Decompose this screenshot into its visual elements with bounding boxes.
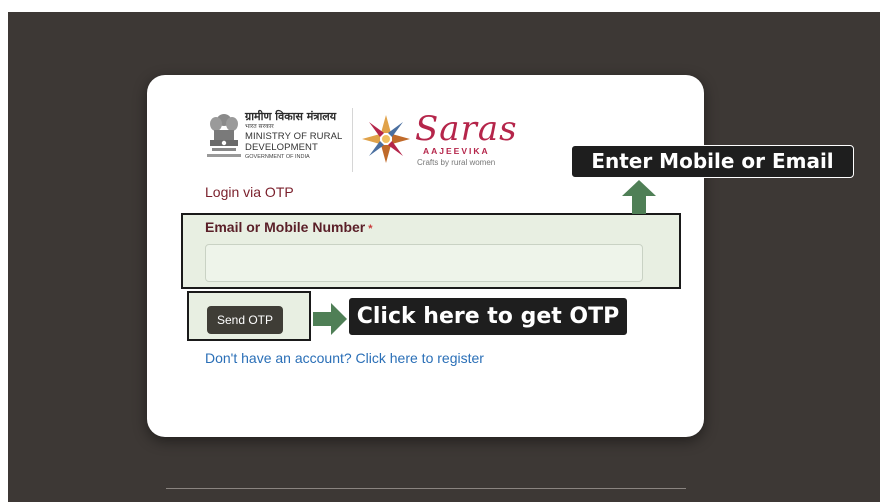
ministry-logo-text: ग्रामीण विकास मंत्रालय भारत सरकार MINIST… <box>245 110 342 161</box>
enter-mobile-email-callout: Enter Mobile or Email <box>571 145 854 178</box>
right-arrow-icon <box>313 303 347 335</box>
login-card: ग्रामीण विकास मंत्रालय भारत सरकार MINIST… <box>147 75 704 437</box>
saras-logo-icon <box>362 115 410 163</box>
ministry-line-2: DEVELOPMENT <box>245 142 318 153</box>
ministry-hindi-title: ग्रामीण विकास मंत्रालय <box>245 110 337 123</box>
brand-subtitle: AAJEEVIKA <box>423 146 490 156</box>
send-otp-button[interactable]: Send OTP <box>207 306 283 334</box>
get-otp-callout: Click here to get OTP <box>348 297 628 336</box>
brand-tagline: Crafts by rural women <box>417 158 496 167</box>
email-mobile-label: Email or Mobile Number * <box>205 219 373 235</box>
register-link[interactable]: Don't have an account? Click here to reg… <box>205 350 484 366</box>
ministry-government-line: GOVERNMENT OF INDIA <box>245 154 310 160</box>
ministry-hindi-subtitle: भारत सरकार <box>245 123 274 130</box>
email-mobile-field-group: Email or Mobile Number * <box>181 213 681 289</box>
email-mobile-label-text: Email or Mobile Number <box>205 219 366 235</box>
brand-name: Saras <box>415 109 518 149</box>
up-arrow-icon <box>622 180 656 214</box>
send-otp-highlight: Send OTP <box>187 291 311 341</box>
national-emblem-icon <box>207 114 241 157</box>
email-mobile-input[interactable] <box>205 244 643 282</box>
ministry-line-1: MINISTRY OF RURAL <box>245 131 343 142</box>
required-asterisk: * <box>368 223 373 235</box>
footer-divider <box>166 488 686 489</box>
logo-divider <box>352 108 353 172</box>
login-heading: Login via OTP <box>205 184 294 200</box>
